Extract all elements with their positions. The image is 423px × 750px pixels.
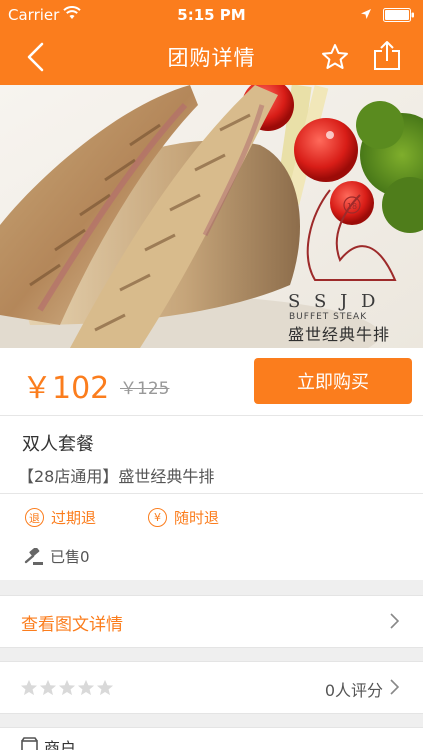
store-row[interactable]: 商户 (0, 727, 423, 750)
deal-info: 双人套餐 【28店通用】盛世经典牛排 退 过期退 ¥ 随时退 已售0 (0, 416, 423, 580)
logo-name: 盛世经典牛排 (288, 325, 390, 344)
refund-expired-icon: 退 (25, 508, 44, 527)
view-details-label: 查看图文详情 (21, 615, 123, 635)
deal-subtitle: 【28店通用】盛世经典牛排 (18, 467, 215, 486)
tag-refund-expired: 退 过期退 (25, 507, 96, 528)
rating-stars (20, 679, 115, 696)
favorite-star-icon[interactable] (320, 42, 350, 72)
share-icon[interactable] (372, 40, 402, 72)
refund-anytime-icon: ¥ (148, 508, 167, 527)
star-empty-icon (58, 679, 76, 696)
price-row: ￥102 ￥125 立即购买 (0, 348, 423, 416)
status-bar: Carrier 5:15 PM (0, 0, 423, 30)
logo-badge: 18 (347, 202, 357, 211)
header: Carrier 5:15 PM 团购详情 (0, 0, 423, 85)
tag-label: 过期退 (51, 509, 97, 527)
chevron-right-icon (390, 613, 399, 629)
page-title: 团购详情 (167, 46, 256, 70)
tag-label: 随时退 (174, 509, 220, 527)
location-arrow-icon (361, 9, 371, 19)
app-screen: Carrier 5:15 PM 团购详情 18 S S J D BUFFET S… (0, 0, 423, 750)
divider (0, 493, 423, 494)
star-empty-icon (96, 679, 114, 696)
chevron-right-icon (390, 679, 399, 695)
battery-icon (383, 8, 414, 22)
buy-now-button[interactable]: 立即购买 (254, 358, 412, 404)
rating-row[interactable]: 0人评分 (0, 661, 423, 714)
steak-photo: 18 S S J D BUFFET STEAK 盛世经典牛排 (0, 85, 423, 348)
star-empty-icon (39, 679, 57, 696)
logo-letters: S S J D (288, 291, 379, 312)
original-price: ￥125 (120, 379, 170, 399)
view-details-row[interactable]: 查看图文详情 (0, 595, 423, 648)
deal-title: 双人套餐 (22, 434, 94, 455)
star-empty-icon (20, 679, 38, 696)
store-icon (21, 737, 38, 750)
store-label: 商户 (44, 739, 77, 750)
tag-refund-anytime: ¥ 随时退 (148, 507, 219, 528)
star-empty-icon (77, 679, 95, 696)
sold-count: 已售0 (24, 546, 90, 567)
deal-hero-image: 18 S S J D BUFFET STEAK 盛世经典牛排 (0, 85, 423, 348)
rating-count: 0人评分 (324, 681, 383, 700)
sold-label: 已售0 (50, 548, 90, 566)
nav-bar: 团购详情 (0, 30, 423, 85)
logo-subtitle: BUFFET STEAK (289, 312, 367, 322)
gavel-icon (24, 547, 43, 565)
current-price: ￥102 (22, 371, 110, 406)
